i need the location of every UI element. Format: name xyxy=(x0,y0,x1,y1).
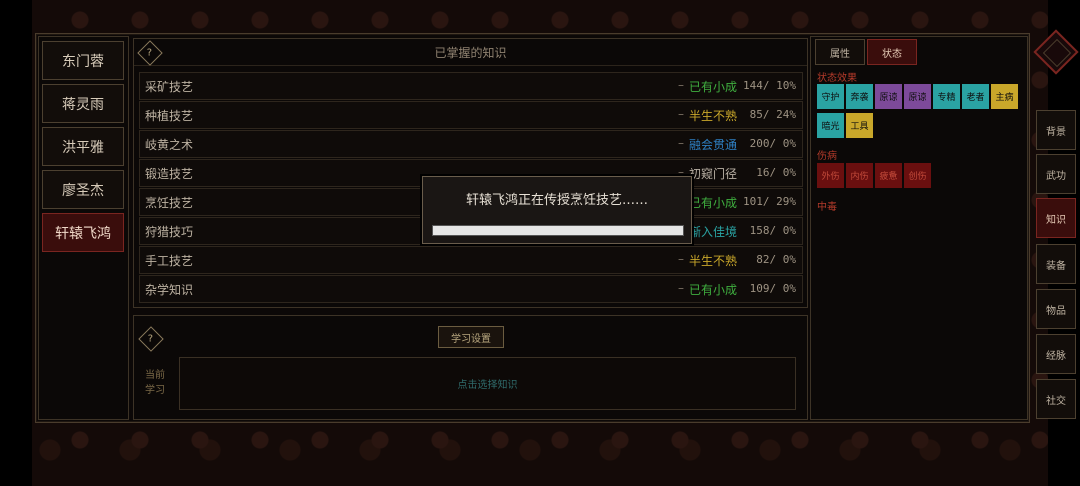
knowledge-row[interactable]: 岐黄之术 – 融会贯通 200/ 0% xyxy=(139,130,803,158)
character-button-selected[interactable]: 轩辕飞鸿 xyxy=(42,213,124,252)
effects-title: 状态效果 xyxy=(817,73,857,84)
effect-badge[interactable]: 工具 xyxy=(846,113,873,138)
character-button[interactable]: 廖圣杰 xyxy=(42,170,124,209)
knowledge-row[interactable]: 手工技艺 – 半生不熟 82/ 0% xyxy=(139,246,803,274)
knowledge-name: 手工技艺 xyxy=(145,254,194,268)
knowledge-name: 杂学知识 xyxy=(145,283,194,297)
knowledge-progress: 109/ 0% xyxy=(749,282,796,295)
injury-badge[interactable]: 内伤 xyxy=(846,163,873,188)
knowledge-progress: 200/ 0% xyxy=(749,137,796,150)
current-study-label: 当前 学习 xyxy=(145,370,165,396)
teaching-progress-fill xyxy=(433,226,683,235)
select-knowledge-slot[interactable]: 点击选择知识 xyxy=(179,357,796,410)
injury-badge[interactable]: 创伤 xyxy=(904,163,931,188)
character-list: 东门蓉 蒋灵雨 洪平雅 廖圣杰 轩辕飞鸿 xyxy=(38,36,129,420)
teaching-progress-bar xyxy=(432,225,684,236)
knowledge-name: 采矿技艺 xyxy=(145,80,194,94)
character-button[interactable]: 蒋灵雨 xyxy=(42,84,124,123)
study-panel: ? 学习设置 当前 学习 点击选择知识 xyxy=(133,315,808,420)
knowledge-level: 已有小成 xyxy=(689,80,738,94)
knowledge-name: 锻造技艺 xyxy=(145,167,194,181)
character-button[interactable]: 东门蓉 xyxy=(42,41,124,80)
knowledge-level: 已有小成 xyxy=(689,196,738,210)
knowledge-progress: 85/ 24% xyxy=(749,108,796,121)
knowledge-panel: 已掌握的知识 ? 采矿技艺 – 已有小成 144/ 10% 种植技艺 – 半生不… xyxy=(133,38,808,308)
injury-badge[interactable]: 外伤 xyxy=(817,163,844,188)
nav-social[interactable]: 社交 xyxy=(1036,379,1076,419)
knowledge-progress: 144/ 10% xyxy=(743,79,796,92)
effect-badge[interactable]: 主病 xyxy=(991,84,1018,109)
knowledge-level: 渐入佳境 xyxy=(689,225,738,239)
knowledge-level: 融会贯通 xyxy=(689,138,738,152)
knowledge-row[interactable]: 杂学知识 – 已有小成 109/ 0% xyxy=(139,275,803,303)
poison-title: 中毒 xyxy=(817,202,837,213)
character-button[interactable]: 洪平雅 xyxy=(42,127,124,166)
knowledge-name: 种植技艺 xyxy=(145,109,194,123)
nav-equipment[interactable]: 装备 xyxy=(1036,244,1076,284)
effect-badge[interactable]: 原谅 xyxy=(904,84,931,109)
knowledge-title: 已掌握的知识 xyxy=(134,39,807,66)
status-panel: 属性 状态 状态效果 守护 奔袭 原谅 原谅 专精 老者 主病 暗光 工具 伤病… xyxy=(810,36,1028,420)
separator: – xyxy=(678,252,684,266)
knowledge-progress: 16/ 0% xyxy=(756,166,796,179)
effect-badge[interactable]: 守护 xyxy=(817,84,844,109)
nav-background[interactable]: 背景 xyxy=(1036,110,1076,150)
nav-martial-arts[interactable]: 武功 xyxy=(1036,154,1076,194)
nav-meridians[interactable]: 经脉 xyxy=(1036,334,1076,374)
knowledge-name: 烹饪技艺 xyxy=(145,196,194,210)
separator: – xyxy=(678,78,684,92)
knowledge-level: 半生不熟 xyxy=(689,109,738,123)
knowledge-name: 狩猎技巧 xyxy=(145,225,194,239)
teaching-dialog: 轩辕飞鸿正在传授烹饪技艺…… xyxy=(422,176,692,244)
knowledge-name: 岐黄之术 xyxy=(145,138,194,152)
help-icon[interactable]: ? xyxy=(138,326,164,352)
separator: – xyxy=(678,136,684,150)
knowledge-level: 半生不熟 xyxy=(689,254,738,268)
teaching-message: 轩辕飞鸿正在传授烹饪技艺…… xyxy=(465,193,648,208)
effect-badge[interactable]: 专精 xyxy=(933,84,960,109)
knowledge-row[interactable]: 种植技艺 – 半生不熟 85/ 24% xyxy=(139,101,803,129)
knowledge-row[interactable]: 采矿技艺 – 已有小成 144/ 10% xyxy=(139,72,803,100)
effect-badge[interactable]: 原谅 xyxy=(875,84,902,109)
knowledge-level: 已有小成 xyxy=(689,283,738,297)
injury-title: 伤病 xyxy=(817,151,837,162)
effect-badge[interactable]: 暗光 xyxy=(817,113,844,138)
effect-badge[interactable]: 奔袭 xyxy=(846,84,873,109)
knowledge-progress: 82/ 0% xyxy=(756,253,796,266)
study-settings-button[interactable]: 学习设置 xyxy=(438,326,504,348)
nav-knowledge[interactable]: 知识 xyxy=(1036,198,1076,238)
separator: – xyxy=(678,107,684,121)
effect-badge[interactable]: 老者 xyxy=(962,84,989,109)
separator: – xyxy=(678,281,684,295)
knowledge-progress: 158/ 0% xyxy=(749,224,796,237)
knowledge-level: 初窥门径 xyxy=(689,167,738,181)
left-letterbox xyxy=(0,0,32,486)
knowledge-progress: 101/ 29% xyxy=(743,195,796,208)
nav-items[interactable]: 物品 xyxy=(1036,289,1076,329)
tab-status[interactable]: 状态 xyxy=(867,39,917,65)
injury-badge[interactable]: 疲惫 xyxy=(875,163,902,188)
tab-attributes[interactable]: 属性 xyxy=(815,39,865,65)
